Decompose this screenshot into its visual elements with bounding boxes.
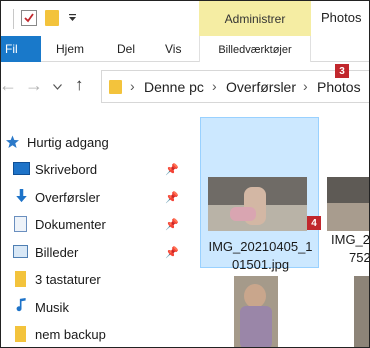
- navigation-pane: Hurtig adgang Skrivebord 📌 Overførsler 📌…: [1, 110, 184, 347]
- breadcrumb-separator-icon[interactable]: ›: [303, 78, 308, 94]
- sidebar-item-label: Billeder: [35, 244, 79, 260]
- breadcrumb-overforsler[interactable]: Overførsler: [226, 79, 296, 95]
- tab-file[interactable]: Fil: [1, 36, 41, 62]
- step-badge: 3: [335, 64, 349, 78]
- tab-del[interactable]: Del: [117, 36, 135, 62]
- sidebar-item-label: Overførsler: [35, 189, 100, 205]
- sidebar-item-nem-backup[interactable]: nem backup: [13, 323, 183, 345]
- properties-check-icon[interactable]: [21, 10, 37, 26]
- window-title: Photos: [321, 10, 362, 25]
- breadcrumb-separator-icon[interactable]: ›: [212, 78, 217, 94]
- sidebar-item-billeder[interactable]: Billeder 📌: [13, 241, 183, 263]
- folder-icon: [109, 80, 122, 94]
- documents-icon: [14, 216, 27, 232]
- file-name-line: 01501.jpg: [231, 257, 290, 272]
- photo-thumbnail[interactable]: [327, 177, 369, 231]
- context-tab-administrer[interactable]: Administrer: [199, 1, 311, 36]
- sidebar-item-label: Hurtig adgang: [27, 134, 109, 150]
- quick-access-separator: [13, 9, 14, 29]
- pin-icon[interactable]: 📌: [165, 163, 179, 176]
- breadcrumb-photos[interactable]: Photos: [317, 79, 361, 95]
- sidebar-item-3-tastaturer[interactable]: 3 tastaturer: [13, 268, 183, 290]
- music-icon: [16, 298, 26, 312]
- sidebar-item-dokumenter[interactable]: Dokumenter 📌: [13, 213, 183, 235]
- address-box[interactable]: › Denne pc › Overførsler › Photos 3: [101, 64, 369, 103]
- sidebar-item-musik[interactable]: Musik: [13, 296, 183, 318]
- tab-hjem[interactable]: Hjem: [56, 36, 84, 62]
- sidebar-item-skrivebord[interactable]: Skrivebord 📌: [13, 158, 183, 180]
- photo-thumbnail[interactable]: [354, 276, 369, 347]
- folder-icon: [15, 271, 26, 287]
- download-icon: [16, 189, 27, 203]
- sidebar-item-label: Dokumenter: [35, 216, 106, 232]
- star-icon: [6, 135, 19, 148]
- photo-thumbnail[interactable]: [234, 276, 278, 347]
- sidebar-item-label: Skrivebord: [35, 161, 98, 177]
- sidebar-item-overforsler[interactable]: Overførsler 📌: [13, 186, 183, 208]
- file-name[interactable]: IMG_20 752: [331, 231, 370, 267]
- sidebar-item-label: Musik: [35, 299, 69, 315]
- photo-thumbnail: [208, 177, 307, 231]
- ribbon-tabs: Fil Hjem Del Vis Billedværktøjer: [1, 36, 369, 63]
- folder-icon: [15, 326, 26, 342]
- file-list: 4 IMG_20210405_1 01501.jpg IMG_20 752: [184, 110, 370, 347]
- recent-locations-chevron-icon[interactable]: [53, 82, 62, 93]
- sidebar-item-label: nem backup: [35, 326, 106, 342]
- up-arrow-icon[interactable]: ↑: [75, 75, 84, 95]
- breadcrumb-denne-pc[interactable]: Denne pc: [144, 79, 204, 95]
- navigation-bar: ← → ↑ › Denne pc › Overførsler › Photos …: [1, 62, 369, 110]
- pin-icon[interactable]: 📌: [165, 191, 179, 204]
- file-name: IMG_20210405_1 01501.jpg: [203, 238, 318, 274]
- pin-icon[interactable]: 📌: [165, 246, 179, 259]
- sidebar-item-label: 3 tastaturer: [35, 271, 101, 287]
- breadcrumb-separator-icon[interactable]: ›: [130, 78, 135, 94]
- file-name-line: 752: [349, 250, 370, 265]
- desktop-icon: [13, 162, 30, 175]
- title-bar: Administrer Photos: [1, 1, 369, 36]
- explorer-window: Administrer Photos Fil Hjem Del Vis Bill…: [0, 0, 370, 348]
- tab-vis[interactable]: Vis: [165, 36, 181, 62]
- file-name-line: IMG_20210405_1: [208, 239, 313, 254]
- new-folder-icon[interactable]: [45, 10, 59, 26]
- forward-arrow-icon[interactable]: →: [25, 75, 43, 96]
- tab-billedvaerktojer[interactable]: Billedværktøjer: [199, 36, 311, 63]
- file-item-selected[interactable]: 4 IMG_20210405_1 01501.jpg: [200, 117, 321, 272]
- back-arrow-icon[interactable]: ←: [1, 75, 17, 96]
- file-name-line: IMG_20: [331, 232, 370, 247]
- pictures-icon: [13, 245, 28, 258]
- step-badge: 4: [307, 216, 321, 230]
- pin-icon[interactable]: 📌: [165, 218, 179, 231]
- customize-toolbar-chevron-icon[interactable]: [67, 10, 77, 26]
